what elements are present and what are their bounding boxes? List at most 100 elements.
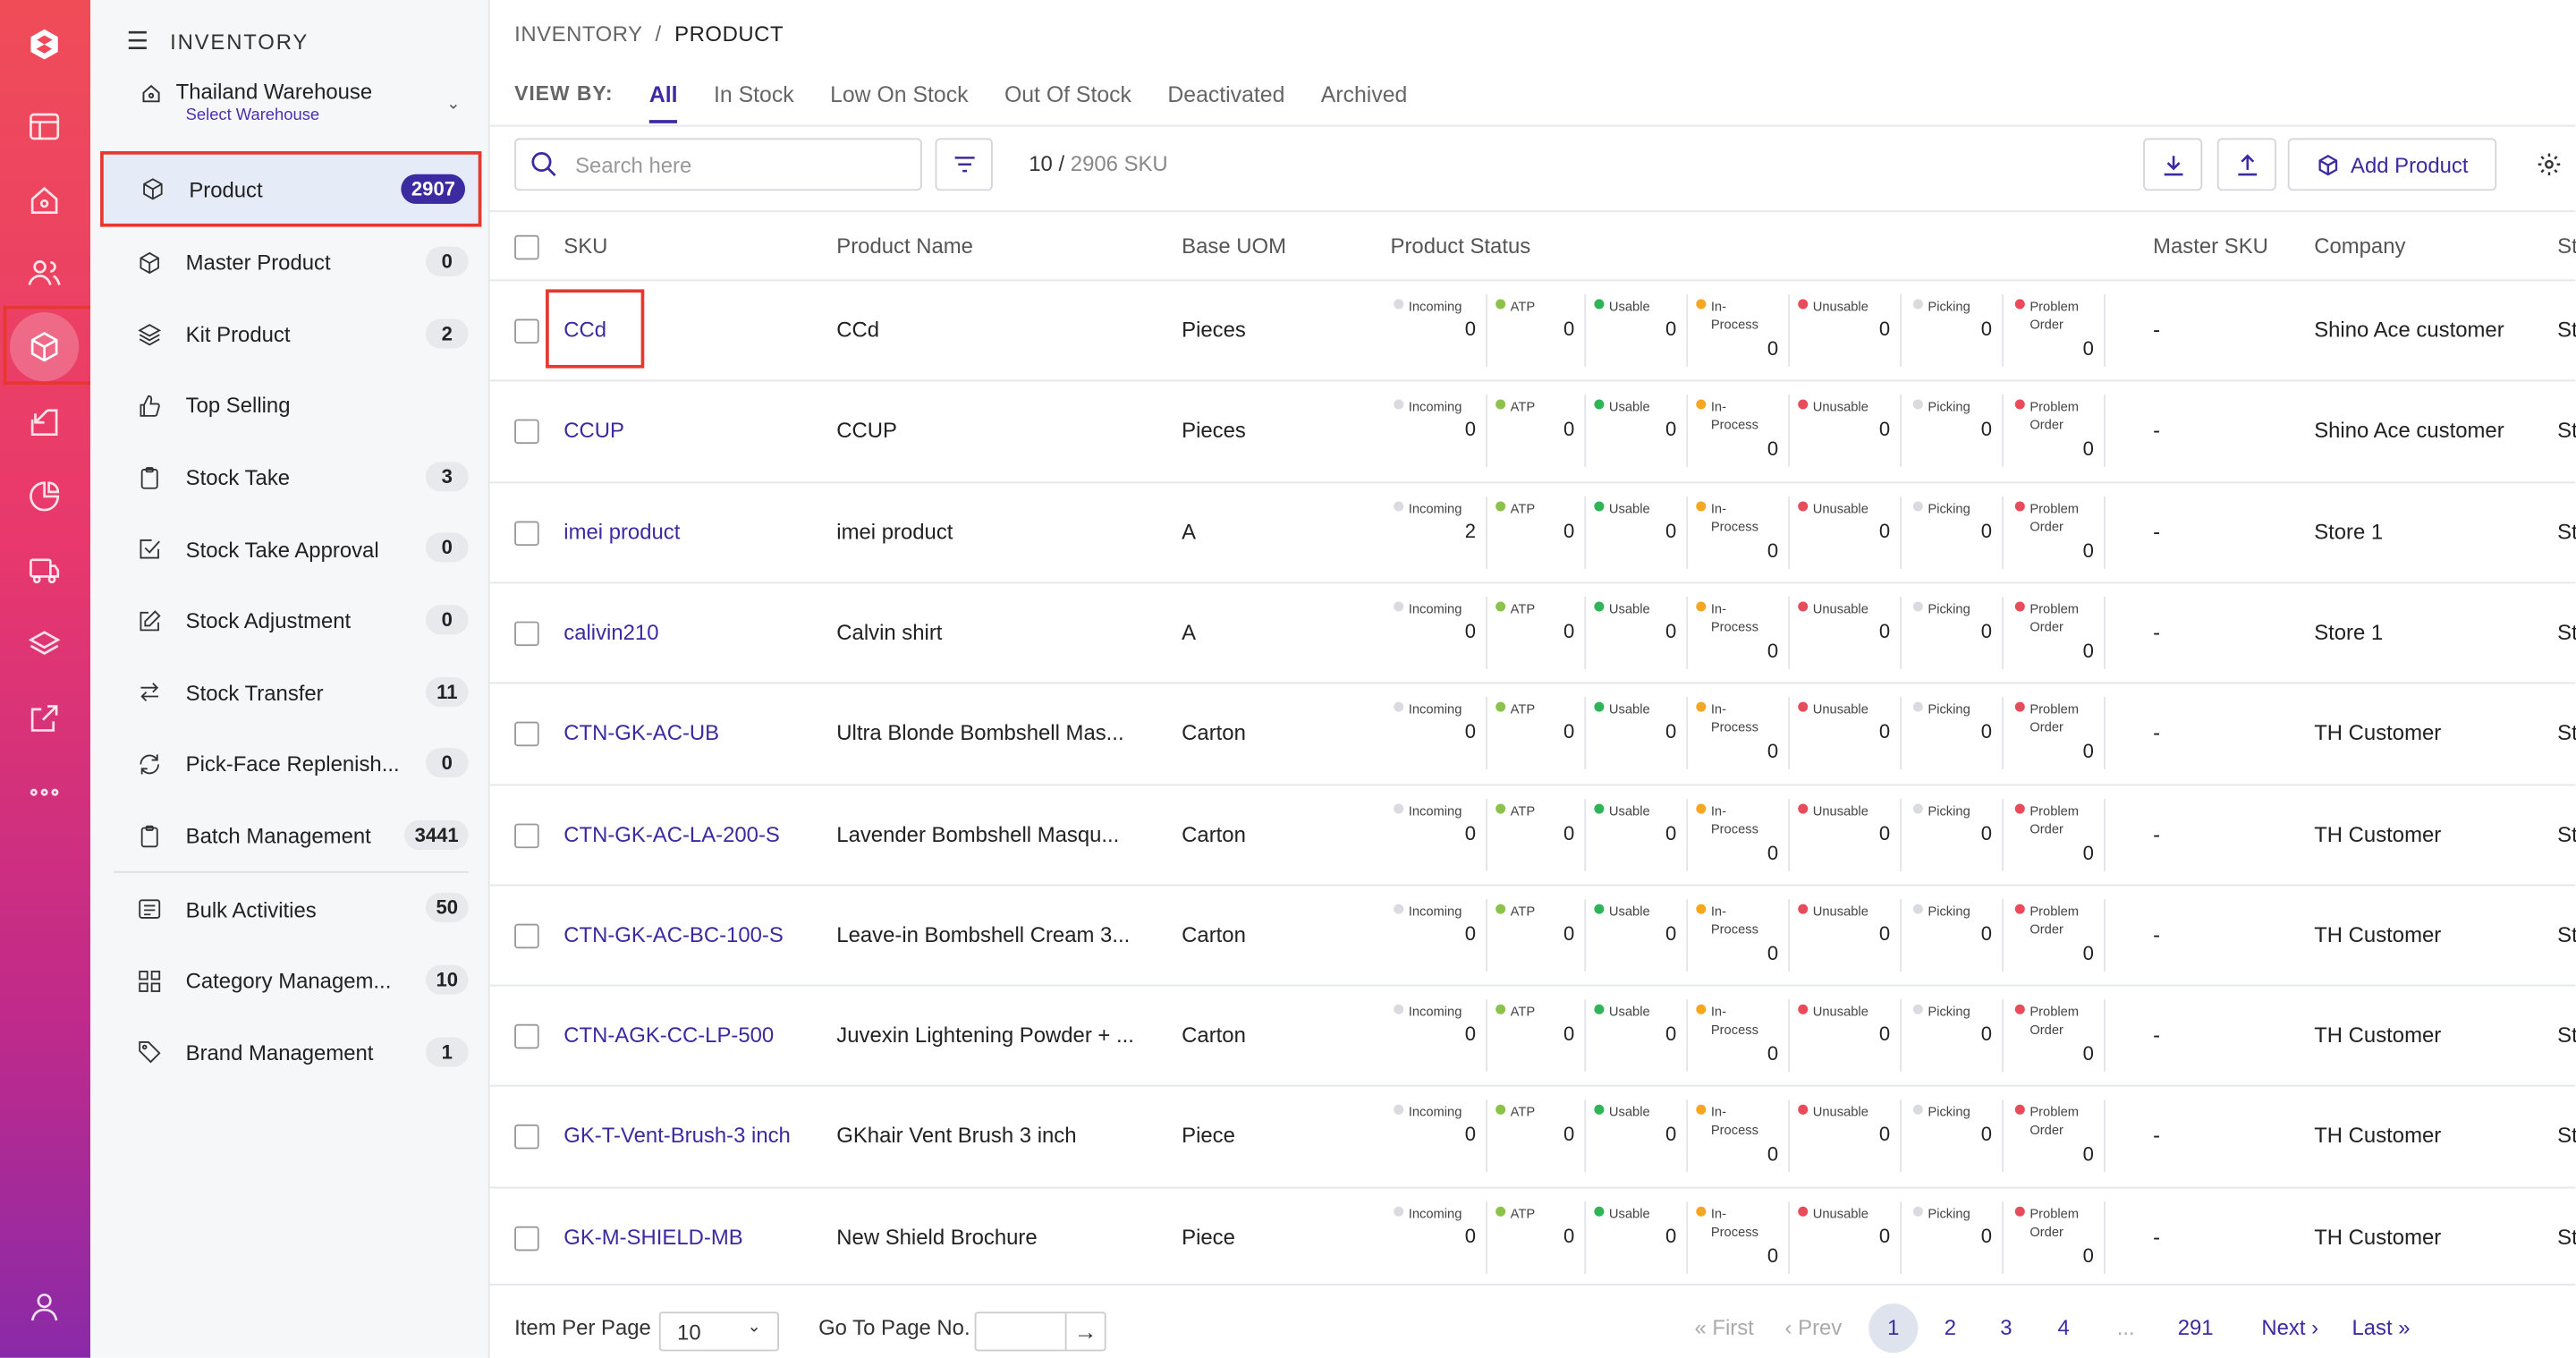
sidebar-item-category-managem[interactable]: Category Managem... 10 [100, 945, 481, 1016]
status-divider [2002, 596, 2004, 669]
tab-deactivated[interactable]: Deactivated [1167, 82, 1284, 107]
sku-link[interactable]: calivin210 [564, 620, 658, 645]
row-checkbox[interactable] [514, 923, 539, 948]
col-product-name[interactable]: Product Name [836, 233, 973, 259]
pie-chart-icon[interactable] [20, 471, 69, 521]
table-row[interactable]: imei product imei product A Incoming 2 ATP 0 Us… [489, 480, 2576, 582]
sidebar-item-batch-management[interactable]: Batch Management 3441 [100, 800, 481, 871]
sku-link[interactable]: imei product [564, 519, 680, 544]
status-incoming: Incoming 0 [1394, 298, 1476, 339]
row-checkbox[interactable] [514, 1226, 539, 1251]
row-checkbox[interactable] [514, 520, 539, 546]
col-sku[interactable]: SKU [564, 233, 607, 259]
select-all-checkbox[interactable] [514, 234, 539, 260]
page-1[interactable]: 1 [1868, 1303, 1919, 1354]
sku-link[interactable]: GK-M-SHIELD-MB [564, 1224, 742, 1249]
home-icon[interactable] [20, 176, 69, 225]
sidebar-item-master-product[interactable]: Master Product 0 [100, 227, 481, 299]
breadcrumb-root[interactable]: INVENTORY [514, 21, 642, 47]
row-checkbox[interactable] [514, 318, 539, 344]
download-button[interactable] [2143, 138, 2203, 191]
page-2[interactable]: 2 [1945, 1315, 1956, 1340]
sidebar-item-pick-face-replenish[interactable]: Pick-Face Replenish... 0 [100, 728, 481, 800]
status-atp: ATP 0 [1496, 499, 1574, 540]
table-row[interactable]: CCd CCd Pieces Incoming 0 ATP 0 Usable 0 In- Proce… [489, 279, 2576, 380]
row-checkbox[interactable] [514, 621, 539, 646]
stack-icon[interactable] [20, 620, 69, 669]
status-label-2: Process [1710, 518, 1758, 534]
table-row[interactable]: CCUP CCUP Pieces Incoming 0 ATP 0 Usable 0 In- Pro… [489, 380, 2576, 481]
last-page-link[interactable]: Last » [2351, 1315, 2410, 1340]
upload-button[interactable] [2216, 138, 2276, 191]
company: TH Customer [2314, 921, 2442, 947]
page-291[interactable]: 291 [2178, 1315, 2214, 1340]
inbound-icon[interactable] [20, 398, 69, 447]
status-divider [1900, 1100, 1902, 1173]
per-page-select[interactable]: 10 ⌄ [658, 1311, 779, 1352]
sidebar-item-stock-take-approval[interactable]: Stock Take Approval 0 [100, 513, 481, 585]
sku-link[interactable]: CTN-GK-AC-UB [564, 720, 719, 745]
table-row[interactable]: GK-T-Vent-Brush-3 inch GKhair Vent Brush … [489, 1085, 2576, 1186]
sku-link[interactable]: CTN-AGK-CC-LP-500 [564, 1023, 774, 1048]
row-checkbox[interactable] [514, 722, 539, 747]
table-row[interactable]: CTN-GK-AC-UB Ultra Blonde Bombshell Mas..… [489, 682, 2576, 784]
page-4[interactable]: 4 [2058, 1315, 2070, 1340]
tab-out-of-stock[interactable]: Out Of Stock [1004, 82, 1131, 107]
status-divider [1788, 898, 1791, 972]
external-link-icon[interactable] [20, 693, 69, 743]
prev-page-link[interactable]: ‹ Prev [1785, 1315, 1843, 1340]
col-company[interactable]: Company [2314, 233, 2405, 259]
table-row[interactable]: CTN-GK-AC-LA-200-S Lavender Bombshell Mas… [489, 783, 2576, 885]
status-problem: Problem Order 0 [2014, 1003, 2094, 1064]
add-product-button[interactable]: Add Product [2287, 138, 2497, 191]
hamburger-icon[interactable]: ☰ [126, 26, 150, 55]
col-master-sku[interactable]: Master SKU [2153, 233, 2268, 259]
first-page-link[interactable]: « First [1694, 1315, 1753, 1340]
sku-link[interactable]: CCUP [564, 418, 624, 443]
sidebar-item-product[interactable]: Product 2907 [100, 151, 482, 227]
users-icon[interactable] [20, 248, 69, 297]
user-profile-icon[interactable] [20, 1282, 69, 1331]
table-row[interactable]: CTN-GK-AC-BC-100-S Leave-in Bombshell Cre… [489, 884, 2576, 985]
next-page-link[interactable]: Next › [2261, 1315, 2318, 1340]
sidebar-item-stock-transfer[interactable]: Stock Transfer 11 [100, 657, 481, 728]
sidebar-item-stock-adjustment[interactable]: Stock Adjustment 0 [100, 585, 481, 657]
sidebar-item-bulk-activities[interactable]: Bulk Activities 50 [100, 873, 481, 945]
tab-low-on-stock[interactable]: Low On Stock [830, 82, 968, 107]
filter-button[interactable] [935, 138, 993, 191]
row-checkbox[interactable] [514, 1023, 539, 1049]
sku-link[interactable]: CTN-GK-AC-BC-100-S [564, 921, 784, 946]
tab-all[interactable]: All [648, 82, 679, 123]
goto-page-input[interactable]: → [974, 1311, 1106, 1352]
tab-in-stock[interactable]: In Stock [714, 82, 794, 107]
sidebar-item-top-selling[interactable]: Top Selling [100, 370, 481, 442]
more-icon[interactable] [20, 768, 69, 817]
sku-link[interactable]: GK-T-Vent-Brush-3 inch [564, 1124, 791, 1149]
status-value: 0 [1767, 336, 1779, 361]
page-3[interactable]: 3 [2000, 1315, 2012, 1340]
row-checkbox[interactable] [514, 420, 539, 445]
table-row[interactable]: calivin210 Calvin shirt A Incoming 0 ATP 0 Usab… [489, 581, 2576, 683]
col-st[interactable]: St [2557, 233, 2576, 259]
status-label: Unusable [1812, 904, 1868, 919]
status-label: ATP [1510, 400, 1536, 415]
sidebar-item-kit-product[interactable]: Kit Product 2 [100, 299, 481, 370]
search-input[interactable] [575, 151, 888, 177]
sidebar-item-stock-take[interactable]: Stock Take 3 [100, 442, 481, 513]
sku-link[interactable]: CTN-GK-AC-LA-200-S [564, 821, 780, 846]
table-row[interactable]: CTN-AGK-CC-LP-500 Juvexin Lightening Powd… [489, 984, 2576, 1086]
logo-icon[interactable] [20, 20, 69, 69]
tab-archived[interactable]: Archived [1321, 82, 1408, 107]
arrow-right-icon[interactable]: → [1064, 1313, 1105, 1350]
status-value: 0 [1980, 418, 1993, 441]
col-base-uom[interactable]: Base UOM [1182, 233, 1286, 259]
warehouse-selector[interactable]: Thailand Warehouse Select Warehouse ⌄ [140, 79, 461, 125]
row-checkbox[interactable] [514, 1125, 539, 1150]
row-checkbox[interactable] [514, 822, 539, 848]
settings-gear-icon[interactable] [2537, 151, 2563, 186]
sidebar-item-brand-management[interactable]: Brand Management 1 [100, 1017, 481, 1089]
table-row[interactable]: GK-M-SHIELD-MB New Shield Brochure Piece In… [489, 1186, 2576, 1287]
layout-icon[interactable] [20, 102, 69, 151]
truck-icon[interactable] [20, 546, 69, 595]
status-label-2: Process [1710, 418, 1758, 433]
